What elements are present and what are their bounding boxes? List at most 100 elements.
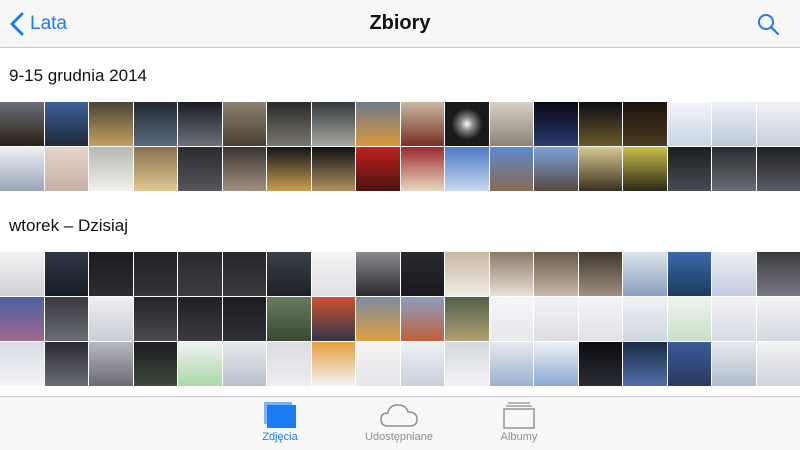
photo-thumbnail[interactable]	[0, 297, 44, 341]
section-header-2: wtorek – Dzisiaj	[0, 200, 800, 252]
photo-thumbnail[interactable]	[356, 102, 400, 146]
photo-thumbnail[interactable]	[534, 252, 578, 296]
photo-thumbnail[interactable]	[133, 297, 177, 341]
photo-grid-section-1[interactable]	[0, 102, 800, 191]
photo-thumbnail[interactable]	[89, 147, 133, 191]
photo-thumbnail[interactable]	[0, 147, 44, 191]
photo-thumbnail[interactable]	[178, 342, 222, 386]
photo-thumbnail[interactable]	[756, 342, 800, 386]
tab-albums[interactable]: Albumy	[459, 401, 579, 447]
photo-thumbnail[interactable]	[311, 252, 355, 296]
photo-thumbnail[interactable]	[400, 102, 444, 146]
photo-thumbnail[interactable]	[667, 297, 711, 341]
photo-thumbnail[interactable]	[44, 297, 88, 341]
photo-thumbnail[interactable]	[712, 147, 756, 191]
photo-thumbnail[interactable]	[44, 102, 88, 146]
tab-photos[interactable]: Zdjęcia	[220, 401, 340, 447]
photo-thumbnail[interactable]	[445, 297, 489, 341]
photo-thumbnail[interactable]	[267, 297, 311, 341]
photo-thumbnail[interactable]	[667, 252, 711, 296]
photo-thumbnail[interactable]	[311, 147, 355, 191]
photos-icon	[264, 402, 296, 428]
photo-thumbnail[interactable]	[445, 102, 489, 146]
photo-thumbnail[interactable]	[267, 102, 311, 146]
photo-thumbnail[interactable]	[445, 342, 489, 386]
photo-thumbnail[interactable]	[222, 342, 266, 386]
photo-thumbnail[interactable]	[489, 147, 533, 191]
photo-thumbnail[interactable]	[311, 102, 355, 146]
photo-thumbnail[interactable]	[356, 342, 400, 386]
photo-thumbnail[interactable]	[311, 297, 355, 341]
photo-thumbnail[interactable]	[222, 252, 266, 296]
photo-thumbnail[interactable]	[89, 297, 133, 341]
photo-thumbnail[interactable]	[445, 147, 489, 191]
photo-thumbnail[interactable]	[0, 342, 44, 386]
photo-thumbnail[interactable]	[267, 147, 311, 191]
photo-thumbnail[interactable]	[667, 342, 711, 386]
photo-thumbnail[interactable]	[534, 297, 578, 341]
photo-thumbnail[interactable]	[178, 297, 222, 341]
photo-thumbnail[interactable]	[133, 342, 177, 386]
photo-thumbnail[interactable]	[178, 102, 222, 146]
photo-thumbnail[interactable]	[356, 252, 400, 296]
photo-thumbnail[interactable]	[489, 342, 533, 386]
photo-thumbnail[interactable]	[178, 252, 222, 296]
photo-thumbnail[interactable]	[133, 147, 177, 191]
photo-thumbnail[interactable]	[623, 297, 667, 341]
photo-thumbnail[interactable]	[712, 297, 756, 341]
photo-thumbnail[interactable]	[267, 342, 311, 386]
photo-thumbnail[interactable]	[44, 147, 88, 191]
tab-shared[interactable]: Udostępniane	[339, 401, 459, 447]
photo-thumbnail[interactable]	[712, 102, 756, 146]
photo-thumbnail[interactable]	[400, 252, 444, 296]
photo-thumbnail[interactable]	[445, 252, 489, 296]
photo-thumbnail[interactable]	[578, 102, 622, 146]
photo-grid-section-2[interactable]	[0, 252, 800, 386]
photo-thumbnail[interactable]	[44, 252, 88, 296]
photo-thumbnail[interactable]	[400, 147, 444, 191]
photo-thumbnail[interactable]	[311, 342, 355, 386]
photo-thumbnail[interactable]	[578, 297, 622, 341]
photo-thumbnail[interactable]	[178, 147, 222, 191]
photo-thumbnail[interactable]	[133, 102, 177, 146]
photo-thumbnail[interactable]	[356, 147, 400, 191]
photo-thumbnail[interactable]	[534, 102, 578, 146]
tab-albums-label: Albumy	[500, 431, 538, 443]
photo-thumbnail[interactable]	[489, 102, 533, 146]
photo-thumbnail[interactable]	[623, 342, 667, 386]
photo-thumbnail[interactable]	[756, 252, 800, 296]
photo-thumbnail[interactable]	[578, 252, 622, 296]
photo-thumbnail[interactable]	[89, 342, 133, 386]
photo-thumbnail[interactable]	[356, 297, 400, 341]
photo-thumbnail[interactable]	[89, 102, 133, 146]
photo-thumbnail[interactable]	[667, 102, 711, 146]
photo-thumbnail[interactable]	[267, 252, 311, 296]
photo-thumbnail[interactable]	[400, 297, 444, 341]
photo-thumbnail[interactable]	[534, 342, 578, 386]
photo-thumbnail[interactable]	[756, 297, 800, 341]
photo-thumbnail[interactable]	[133, 252, 177, 296]
photo-thumbnail[interactable]	[712, 342, 756, 386]
photo-thumbnail[interactable]	[0, 252, 44, 296]
photo-thumbnail[interactable]	[222, 297, 266, 341]
photo-thumbnail[interactable]	[534, 147, 578, 191]
photo-thumbnail[interactable]	[756, 147, 800, 191]
photo-thumbnail[interactable]	[222, 147, 266, 191]
photo-thumbnail[interactable]	[578, 147, 622, 191]
photo-thumbnail[interactable]	[712, 252, 756, 296]
photo-thumbnail[interactable]	[489, 297, 533, 341]
photo-thumbnail[interactable]	[667, 147, 711, 191]
photo-thumbnail[interactable]	[623, 102, 667, 146]
back-button[interactable]: Lata	[10, 10, 67, 38]
photo-thumbnail[interactable]	[44, 342, 88, 386]
photo-thumbnail[interactable]	[623, 147, 667, 191]
photo-thumbnail[interactable]	[0, 102, 44, 146]
photo-thumbnail[interactable]	[400, 342, 444, 386]
photo-thumbnail[interactable]	[623, 252, 667, 296]
photo-thumbnail[interactable]	[222, 102, 266, 146]
photo-thumbnail[interactable]	[756, 102, 800, 146]
photo-thumbnail[interactable]	[89, 252, 133, 296]
search-icon[interactable]	[756, 12, 780, 36]
photo-thumbnail[interactable]	[578, 342, 622, 386]
photo-thumbnail[interactable]	[489, 252, 533, 296]
